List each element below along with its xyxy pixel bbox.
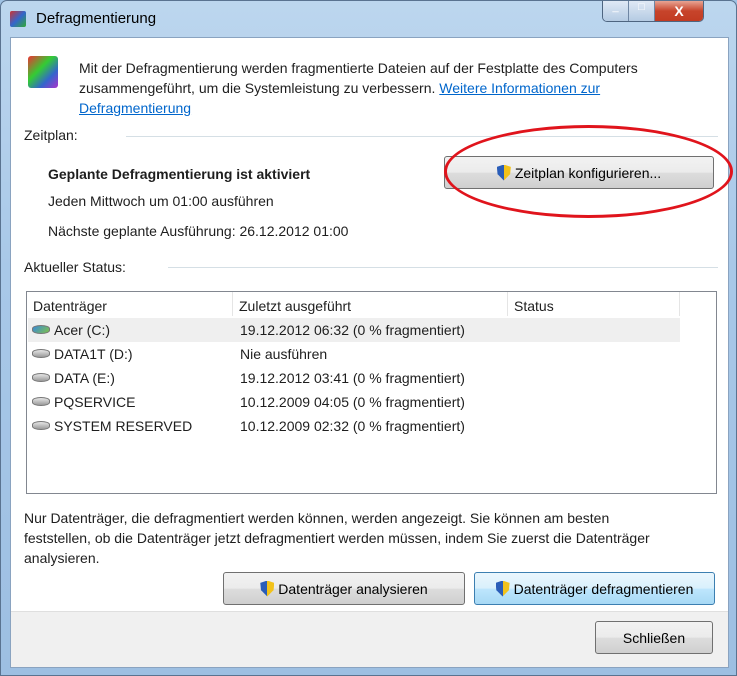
note-line-2: feststellen, ob die Datenträger jetzt de…: [24, 530, 650, 546]
volume-last-run: 10.12.2009 04:05 (0 % fragmentiert): [240, 394, 465, 410]
drive-icon: [32, 325, 50, 334]
volume-last-run: Nie ausführen: [240, 346, 328, 362]
status-divider: [168, 267, 718, 268]
volume-last-run: 19.12.2012 06:32 (0 % fragmentiert): [240, 322, 465, 338]
volume-last-run: 19.12.2012 03:41 (0 % fragmentiert): [240, 370, 465, 386]
schedule-status: Geplante Defragmentierung ist aktiviert: [48, 166, 311, 182]
volume-name: PQSERVICE: [54, 394, 136, 410]
schedule-frequency: Jeden Mittwoch um 01:00 ausführen: [48, 193, 274, 209]
drive-icon: [32, 373, 50, 382]
maximize-button[interactable]: □: [629, 1, 655, 21]
intro-line-2: zusammengeführt, um die Systemleistung z…: [79, 80, 436, 96]
dialog-footer: Schließen: [11, 611, 728, 667]
volume-name: DATA1T (D:): [54, 346, 133, 362]
minimize-button[interactable]: _: [603, 1, 629, 21]
close-window-button[interactable]: X: [655, 1, 703, 21]
info-note: Nur Datenträger, die defragmentiert werd…: [24, 508, 650, 568]
analyze-label: Datenträger analysieren: [278, 580, 428, 597]
window-frame: Defragmentierung _ □ X Mit der Defragmen…: [0, 0, 737, 676]
note-line-1: Nur Datenträger, die defragmentiert werd…: [24, 510, 610, 526]
column-header-status[interactable]: Status: [508, 292, 680, 316]
current-status-heading: Aktueller Status:: [24, 259, 126, 275]
volume-last-run: 10.12.2009 02:32 (0 % fragmentiert): [240, 418, 465, 434]
more-info-link-cont[interactable]: Defragmentierung: [79, 100, 191, 116]
defragment-label: Datenträger defragmentieren: [513, 580, 694, 597]
analyze-button[interactable]: Datenträger analysieren: [223, 572, 465, 605]
volume-row[interactable]: SYSTEM RESERVED 10.12.2009 02:32 (0 % fr…: [28, 414, 680, 438]
column-header-volume[interactable]: Datenträger: [27, 292, 233, 316]
volume-name: Acer (C:): [54, 322, 110, 338]
close-button[interactable]: Schließen: [595, 621, 713, 654]
volumes-list[interactable]: Datenträger Zuletzt ausgeführt Status Ac…: [26, 291, 717, 494]
volume-name: SYSTEM RESERVED: [54, 418, 193, 434]
uac-shield-icon: [260, 580, 275, 597]
volume-row[interactable]: DATA1T (D:) Nie ausführen: [28, 342, 680, 366]
column-header-last-run[interactable]: Zuletzt ausgeführt: [233, 292, 508, 316]
volume-row[interactable]: DATA (E:) 19.12.2012 03:41 (0 % fragment…: [28, 366, 680, 390]
drive-icon: [32, 349, 50, 358]
note-line-3: analysieren.: [24, 550, 100, 566]
window-title: Defragmentierung: [36, 10, 157, 27]
drive-icon: [32, 397, 50, 406]
defrag-icon: [28, 56, 58, 88]
drive-icon: [32, 421, 50, 430]
defragment-button[interactable]: Datenträger defragmentieren: [474, 572, 715, 605]
next-run: Nächste geplante Ausführung: 26.12.2012 …: [48, 223, 349, 239]
intro-text: Mit der Defragmentierung werden fragment…: [79, 58, 638, 118]
volume-name: DATA (E:): [54, 370, 115, 386]
schedule-heading: Zeitplan:: [24, 127, 78, 143]
uac-shield-icon: [495, 580, 510, 597]
volume-row[interactable]: PQSERVICE 10.12.2009 04:05 (0 % fragment…: [28, 390, 680, 414]
volume-row[interactable]: Acer (C:) 19.12.2012 06:32 (0 % fragment…: [28, 318, 680, 342]
red-annotation-ellipse: [444, 125, 733, 218]
more-info-link[interactable]: Weitere Informationen zur: [439, 80, 600, 96]
window-controls: _ □ X: [602, 1, 704, 22]
intro-line-1: Mit der Defragmentierung werden fragment…: [79, 60, 638, 76]
defrag-app-icon: [10, 11, 26, 27]
